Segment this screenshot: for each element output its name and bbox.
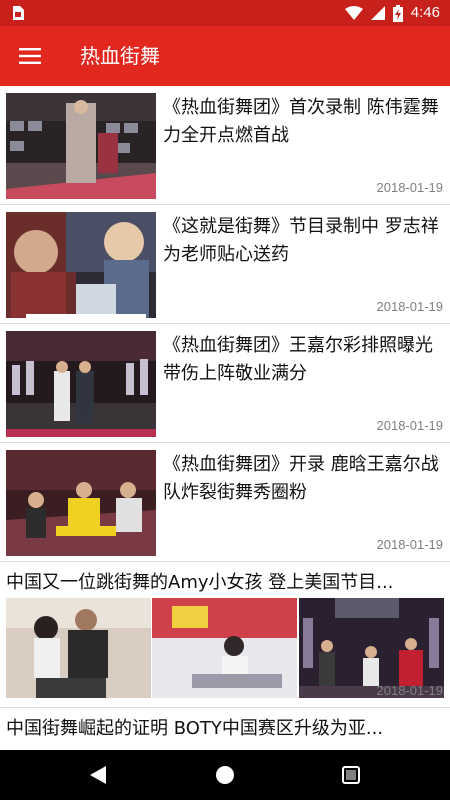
status-time: 4:46 xyxy=(410,4,440,21)
news-date: 2018-01-19 xyxy=(376,299,444,314)
home-button[interactable] xyxy=(210,760,240,790)
status-icons: 4:46 xyxy=(344,4,440,22)
menu-button[interactable] xyxy=(12,38,48,74)
news-title[interactable]: 《热血街舞团》首次录制 陈伟霆舞力全开点燃首战 xyxy=(163,94,443,150)
news-title[interactable]: 中国又一位跳街舞的Amy小女孩 登上美国节目... xyxy=(6,570,444,596)
app-bar: 热血街舞 xyxy=(0,26,450,86)
back-icon xyxy=(90,766,106,784)
news-thumbnail xyxy=(6,331,156,437)
battery-charging-icon xyxy=(392,4,403,22)
news-title[interactable]: 《热血街舞团》开录 鹿晗王嘉尔战队炸裂街舞秀圈粉 xyxy=(163,451,443,507)
news-item[interactable]: 《热血街舞团》王嘉尔彩排照曝光 带伤上阵敬业满分 2018-01-19 xyxy=(0,324,450,443)
news-item[interactable]: 《热血街舞团》开录 鹿晗王嘉尔战队炸裂街舞秀圈粉 2018-01-19 xyxy=(0,443,450,562)
news-date: 2018-01-19 xyxy=(376,683,444,698)
news-thumbnail xyxy=(152,598,297,698)
status-bar: 4:46 xyxy=(0,0,450,26)
news-item[interactable]: 中国街舞崛起的证明 BOTY中国赛区升级为亚... xyxy=(0,708,450,748)
back-button[interactable] xyxy=(83,760,113,790)
sim-card-icon xyxy=(12,6,24,20)
news-item-gallery[interactable]: 中国又一位跳街舞的Amy小女孩 登上美国节目... 2018-01-19 xyxy=(0,562,450,708)
news-date: 2018-01-19 xyxy=(376,418,444,433)
news-title[interactable]: 《热血街舞团》王嘉尔彩排照曝光 带伤上阵敬业满分 xyxy=(163,332,443,388)
menu-icon xyxy=(19,48,41,64)
navigation-bar xyxy=(0,750,450,800)
news-feed[interactable]: 《热血街舞团》首次录制 陈伟霆舞力全开点燃首战 2018-01-19 《这就是街… xyxy=(0,86,450,750)
news-title[interactable]: 《这就是街舞》节目录制中 罗志祥为老师贴心送药 xyxy=(163,213,443,269)
news-thumbnail xyxy=(6,212,156,318)
wifi-icon xyxy=(344,6,363,20)
home-icon xyxy=(216,766,234,784)
news-thumbnail xyxy=(6,93,156,199)
signal-icon xyxy=(370,6,385,20)
news-date: 2018-01-19 xyxy=(376,180,444,195)
news-item[interactable]: 《这就是街舞》节目录制中 罗志祥为老师贴心送药 2018-01-19 xyxy=(0,205,450,324)
news-thumbnail xyxy=(6,450,156,556)
news-date: 2018-01-19 xyxy=(376,537,444,552)
recents-button[interactable] xyxy=(336,760,366,790)
news-item[interactable]: 《热血街舞团》首次录制 陈伟霆舞力全开点燃首战 2018-01-19 xyxy=(0,86,450,205)
news-thumbnail xyxy=(6,598,151,698)
news-title[interactable]: 中国街舞崛起的证明 BOTY中国赛区升级为亚... xyxy=(6,716,444,742)
recents-icon xyxy=(342,766,360,784)
page-title: 热血街舞 xyxy=(80,44,160,68)
